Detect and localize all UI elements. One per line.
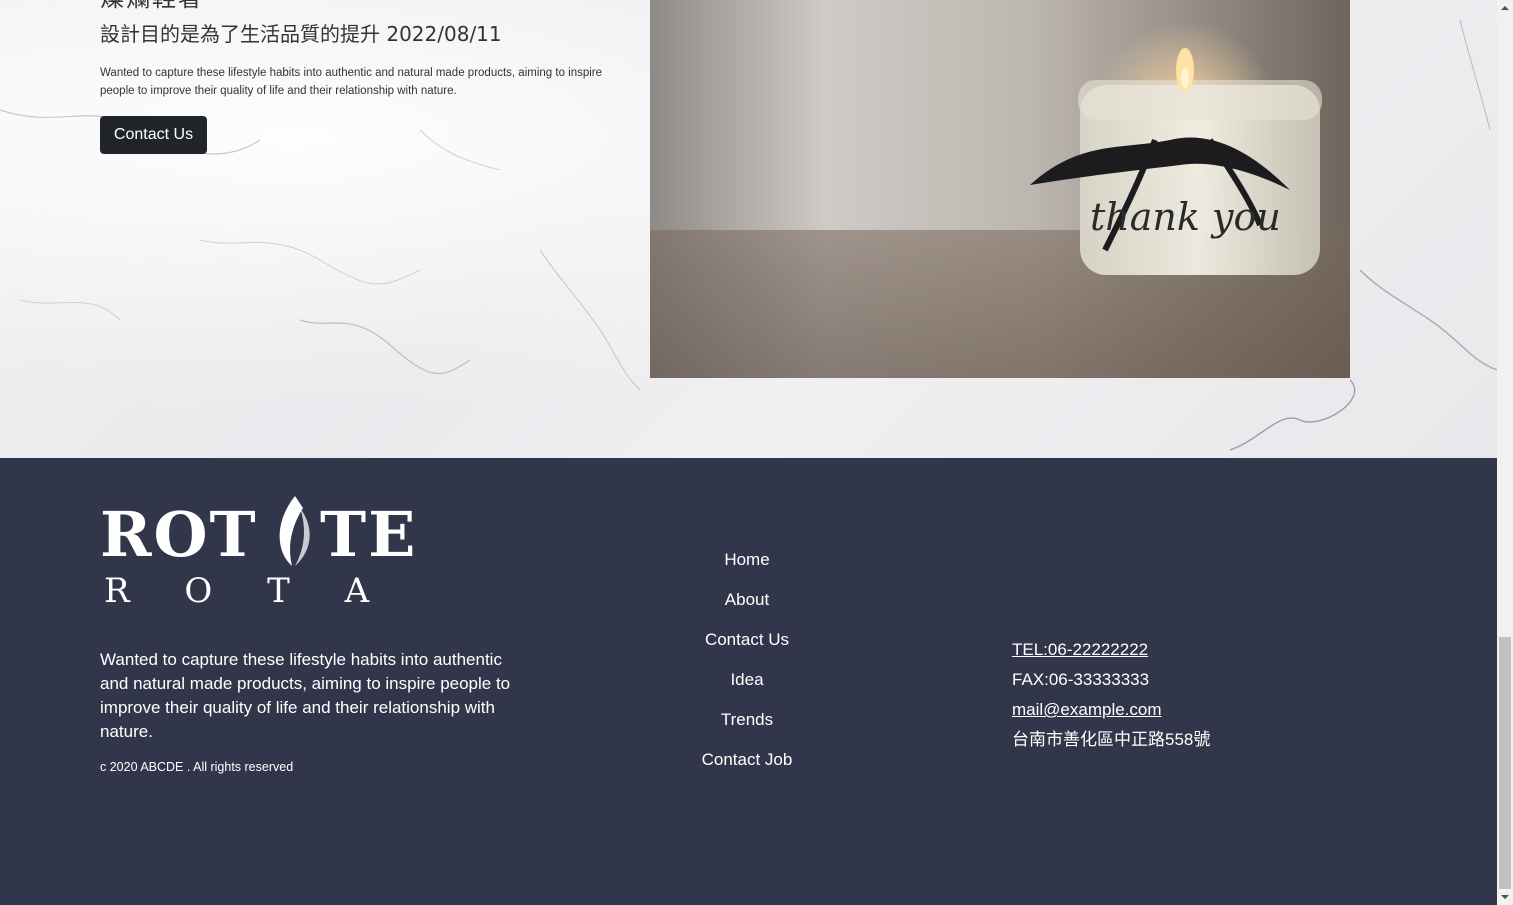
- section-heading: 燦爛輕奢: [100, 0, 204, 13]
- fax-text: FAX:06-33333333: [1012, 670, 1150, 689]
- nav-link-contact-job[interactable]: Contact Job: [647, 748, 847, 788]
- logo-word-top: ROT: [100, 498, 258, 571]
- nav-link-idea[interactable]: Idea: [647, 668, 847, 708]
- marble-background-section: 燦爛輕奢 設計目的是為了生活品質的提升 2022/08/11 Wanted to…: [0, 0, 1497, 458]
- vertical-scrollbar[interactable]: [1497, 0, 1513, 905]
- candle-photo: thank you: [650, 0, 1350, 378]
- logo-word-bottom: R O T A T E: [104, 571, 420, 611]
- tel-link[interactable]: TEL:06-22222222: [1012, 640, 1148, 659]
- nav-link-home[interactable]: Home: [647, 548, 847, 588]
- flame-logo-icon: [279, 496, 303, 566]
- nav-link-trends[interactable]: Trends: [647, 708, 847, 748]
- email-link[interactable]: mail@example.com: [1012, 700, 1162, 719]
- scrollbar-thumb[interactable]: [1499, 637, 1511, 889]
- candle-jar-illustration: thank you: [650, 20, 1350, 378]
- rotate-logo[interactable]: ROT TE R O T A T E: [100, 496, 420, 611]
- footer-contact-info: TEL:06-22222222 FAX:06-33333333 mail@exa…: [1012, 638, 1210, 758]
- address-text: 台南市善化區中正路558號: [1012, 730, 1211, 749]
- contact-us-button[interactable]: Contact Us: [100, 116, 207, 154]
- footer-description: Wanted to capture these lifestyle habits…: [100, 650, 511, 741]
- nav-link-contact-us[interactable]: Contact Us: [647, 628, 847, 668]
- section-description: Wanted to capture these lifestyle habits…: [100, 67, 603, 97]
- footer-navigation: Home About Contact Us Idea Trends Contac…: [647, 548, 847, 788]
- svg-text:TE: TE: [320, 498, 417, 571]
- candle-label-text: thank you: [1090, 195, 1281, 239]
- scroll-up-arrow-icon[interactable]: [1497, 0, 1513, 16]
- copyright-text: c 2020 ABCDE . All rights reserved: [100, 760, 294, 774]
- section-subheading: 設計目的是為了生活品質的提升 2022/08/11: [100, 22, 502, 46]
- nav-link-about[interactable]: About: [647, 588, 847, 628]
- scroll-down-arrow-icon[interactable]: [1497, 889, 1513, 905]
- site-footer: ROT TE R O T A T E Wanted to capture the…: [0, 458, 1497, 905]
